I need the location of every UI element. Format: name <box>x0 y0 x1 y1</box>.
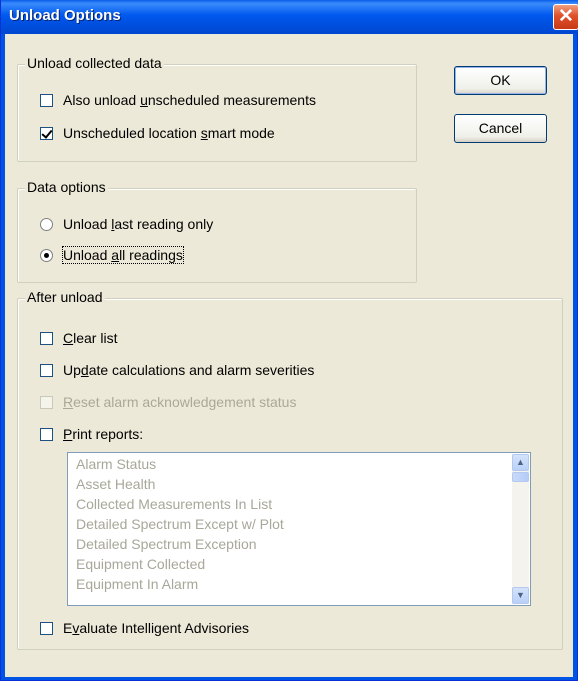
reset-alarm-ack-label: Reset alarm acknowledgement status <box>63 394 297 410</box>
list-item: Equipment In Alarm <box>76 576 199 592</box>
unload-collected-legend: Unload collected data <box>25 55 164 71</box>
evaluate-advisories-checkbox[interactable] <box>40 621 53 635</box>
update-calculations-option[interactable]: Update calculations and alarm severities <box>40 361 314 379</box>
unload-last-reading-radio[interactable] <box>40 217 53 231</box>
data-options-group: Data options Unload last reading only Un… <box>17 179 417 283</box>
list-item: Collected Measurements In List <box>76 496 273 512</box>
reset-alarm-ack-checkbox <box>40 395 53 409</box>
scroll-down-button[interactable]: ▼ <box>512 587 529 604</box>
scroll-thumb[interactable] <box>512 472 529 482</box>
unload-last-reading-label: Unload last reading only <box>63 216 214 232</box>
reports-listbox: Alarm Status Asset Health Collected Meas… <box>67 452 531 606</box>
dialog-body: Unload collected data Also unload unsche… <box>5 34 573 677</box>
reset-alarm-ack-option: Reset alarm acknowledgement status <box>40 393 296 411</box>
dialog-window: Unload Options ✕ Unload collected data A… <box>0 0 578 681</box>
evaluate-advisories-label: Evaluate Intelligent Advisories <box>63 620 250 636</box>
close-button[interactable]: ✕ <box>553 4 578 30</box>
unscheduled-smart-mode-checkbox[interactable] <box>40 126 53 140</box>
ok-button[interactable]: OK <box>454 66 547 95</box>
chevron-down-icon: ▼ <box>516 590 525 600</box>
reports-scrollbar[interactable]: ▲ ▼ <box>512 454 529 604</box>
unload-all-readings-option[interactable]: Unload all readings <box>40 246 184 264</box>
also-unload-unscheduled-option[interactable]: Also unload unscheduled measurements <box>40 91 316 109</box>
update-calculations-label: Update calculations and alarm severities <box>63 362 315 378</box>
unscheduled-smart-mode-option[interactable]: Unscheduled location smart mode <box>40 124 275 142</box>
scroll-up-button[interactable]: ▲ <box>512 454 529 471</box>
print-reports-checkbox[interactable] <box>40 427 53 441</box>
print-reports-option[interactable]: Print reports: <box>40 425 143 443</box>
list-item: Alarm Status <box>76 456 157 472</box>
chevron-up-icon: ▲ <box>516 457 525 467</box>
evaluate-advisories-option[interactable]: Evaluate Intelligent Advisories <box>40 619 249 637</box>
unload-all-readings-label: Unload all readings <box>62 246 184 264</box>
cancel-button[interactable]: Cancel <box>454 114 547 143</box>
unscheduled-smart-mode-label: Unscheduled location smart mode <box>63 125 275 141</box>
close-icon: ✕ <box>558 6 574 27</box>
also-unload-unscheduled-label: Also unload unscheduled measurements <box>63 92 316 108</box>
unload-last-reading-option[interactable]: Unload last reading only <box>40 215 213 233</box>
update-calculations-checkbox[interactable] <box>40 363 53 377</box>
unload-all-readings-radio[interactable] <box>40 248 53 262</box>
unload-collected-group: Unload collected data Also unload unsche… <box>17 55 417 162</box>
list-item: Asset Health <box>76 476 156 492</box>
clear-list-option[interactable]: Clear list <box>40 329 117 347</box>
list-item: Equipment Collected <box>76 556 206 572</box>
clear-list-label: Clear list <box>63 330 118 346</box>
after-unload-legend: After unload <box>25 289 105 305</box>
also-unload-unscheduled-checkbox[interactable] <box>40 93 53 107</box>
data-options-legend: Data options <box>25 179 108 195</box>
list-item: Detailed Spectrum Exception <box>76 536 257 552</box>
dialog-title: Unload Options <box>9 7 121 24</box>
print-reports-label: Print reports: <box>63 426 144 442</box>
clear-list-checkbox[interactable] <box>40 331 53 345</box>
title-bar[interactable]: Unload Options ✕ <box>1 0 578 34</box>
list-item: Detailed Spectrum Except w/ Plot <box>76 516 284 532</box>
